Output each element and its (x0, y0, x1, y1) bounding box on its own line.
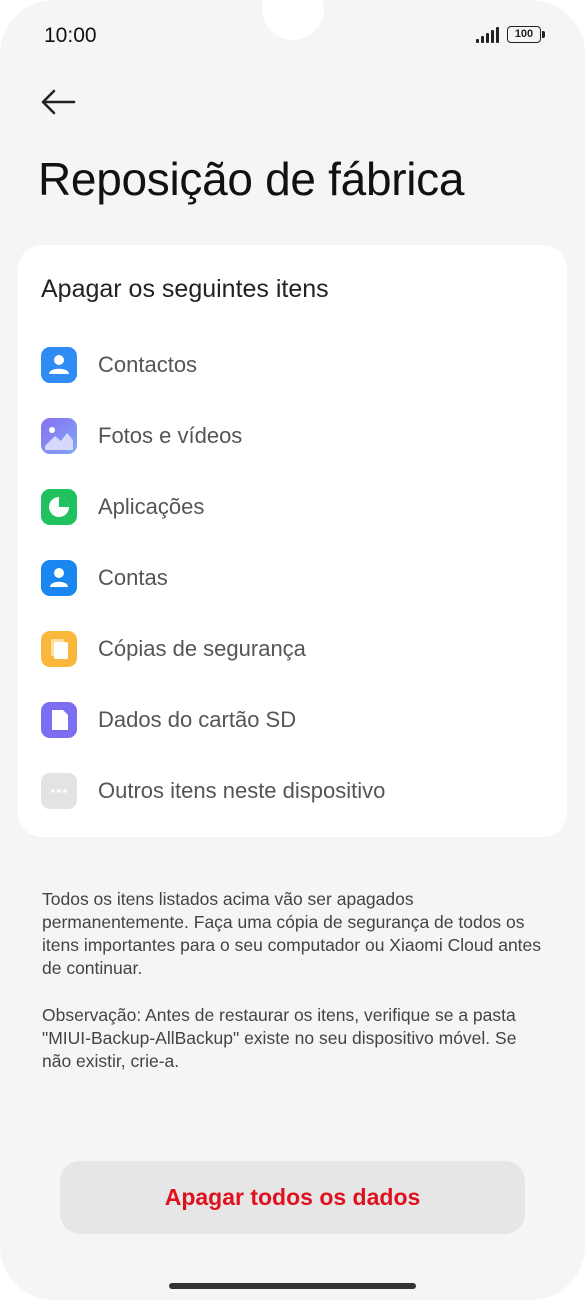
list-item-contacts: Contactos (41, 345, 541, 385)
contacts-icon (41, 347, 77, 383)
item-label: Outros itens neste dispositivo (98, 778, 386, 803)
phone-screen: 10:00 100 Reposição de fábrica Apagar os… (0, 0, 585, 1300)
erase-items-card: Apagar os seguintes itens Contactos Foto… (18, 245, 567, 837)
warning-text: Todos os itens listados acima vão ser ap… (42, 889, 542, 978)
home-indicator[interactable] (169, 1283, 416, 1289)
card-title: Apagar os seguintes itens (41, 275, 329, 303)
item-label: Contactos (98, 352, 198, 377)
backup-icon (41, 631, 77, 667)
list-item-sd-card: Dados do cartão SD (41, 700, 541, 740)
list-item-photos: Fotos e vídeos (41, 416, 541, 456)
item-label: Fotos e vídeos (98, 423, 243, 448)
list-item-other: Outros itens neste dispositivo (41, 771, 541, 811)
observation-text: Observação: Antes de restaurar os itens,… (42, 1005, 517, 1071)
camera-notch (262, 0, 324, 40)
item-label: Aplicações (98, 494, 205, 519)
battery-icon: 100 (507, 26, 545, 43)
list-item-accounts: Contas (41, 558, 541, 598)
back-arrow-icon[interactable] (38, 82, 78, 122)
signal-icon (476, 26, 499, 43)
item-label: Cópias de segurança (98, 636, 306, 661)
apps-icon (41, 489, 77, 525)
account-icon (41, 560, 77, 596)
gallery-icon (41, 418, 77, 454)
sd-card-icon (41, 702, 77, 738)
erase-all-data-label: Apagar todos os dados (164, 1184, 421, 1210)
status-icons: 100 (476, 26, 545, 43)
more-icon (41, 773, 77, 809)
item-label: Dados do cartão SD (98, 707, 297, 732)
item-label: Contas (98, 565, 168, 590)
list-item-apps: Aplicações (41, 487, 541, 527)
status-time: 10:00 (44, 24, 97, 47)
page-title: Reposição de fábrica (38, 153, 465, 205)
list-item-backups: Cópias de segurança (41, 629, 541, 669)
erase-all-data-button[interactable]: Apagar todos os dados (60, 1161, 525, 1234)
